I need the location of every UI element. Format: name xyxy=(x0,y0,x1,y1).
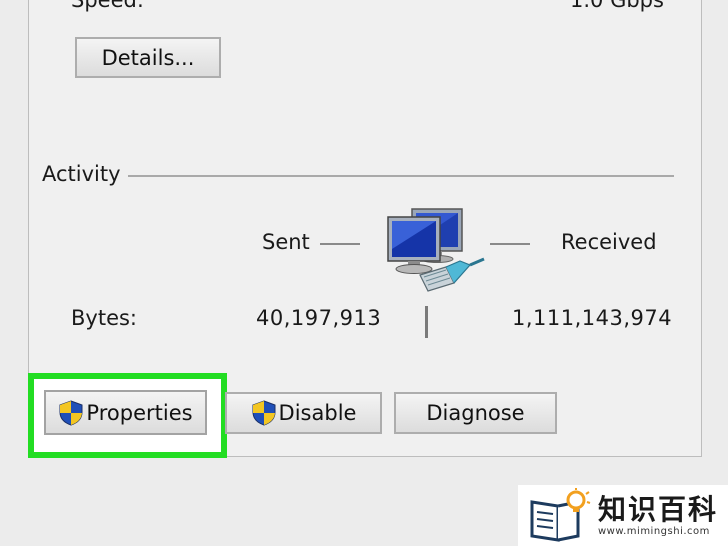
sent-label: Sent xyxy=(262,230,310,254)
speed-label: Speed: xyxy=(71,0,144,12)
bytes-label: Bytes: xyxy=(71,306,138,330)
disable-button[interactable]: Disable xyxy=(225,392,382,434)
properties-button[interactable]: Properties xyxy=(44,390,207,435)
watermark: 知识百科 www.mimingshi.com xyxy=(518,485,728,546)
bytes-divider xyxy=(425,306,428,338)
watermark-title: 知识百科 xyxy=(598,493,719,526)
activity-section-label: Activity xyxy=(42,162,121,186)
watermark-url: www.mimingshi.com xyxy=(598,526,710,537)
uac-shield-icon xyxy=(252,400,276,426)
bytes-received-value: 1,111,143,974 xyxy=(512,306,673,330)
uac-shield-icon xyxy=(59,399,83,426)
details-button-label: Details... xyxy=(101,45,195,70)
activity-divider xyxy=(128,175,674,177)
diagnose-button-label: Diagnose xyxy=(426,401,525,425)
properties-button-label: Properties xyxy=(86,400,193,425)
details-button[interactable]: Details... xyxy=(75,37,221,78)
book-lightbulb-icon xyxy=(530,487,591,542)
received-dash xyxy=(490,243,530,245)
sent-dash xyxy=(320,243,360,245)
network-computers-icon xyxy=(387,208,485,292)
diagnose-button[interactable]: Diagnose xyxy=(394,392,557,434)
bytes-sent-value: 40,197,913 xyxy=(256,306,382,330)
disable-button-label: Disable xyxy=(278,401,357,425)
speed-value: 1.0 Gbps xyxy=(570,0,664,12)
received-label: Received xyxy=(561,230,657,254)
